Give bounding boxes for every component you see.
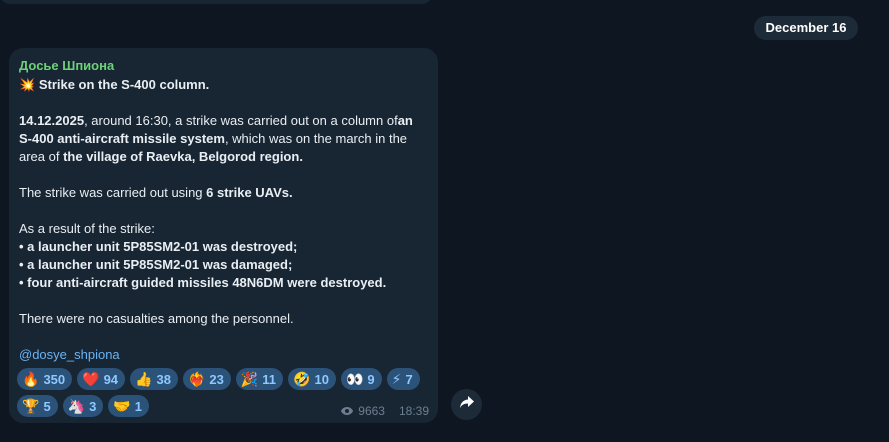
reaction-fire[interactable]: 🔥 350	[17, 368, 73, 390]
eye-icon	[340, 406, 354, 416]
reaction-count: 1	[134, 398, 143, 414]
p1-bold-location: the village of Raevka, Belgorod region.	[63, 149, 303, 164]
previous-message-bubble	[0, 0, 432, 4]
heart-on-fire-emoji: ❤️‍🔥	[187, 371, 206, 387]
message-time: 18:39	[398, 404, 429, 418]
paragraph-2: The strike was carried out using 6 strik…	[19, 184, 429, 202]
reaction-count: 10	[314, 371, 329, 387]
reaction-eyes[interactable]: 👀 9	[340, 368, 382, 390]
p2-bold: 6 strike UAVs.	[206, 185, 293, 200]
date-separator: December 16	[754, 16, 858, 40]
share-arrow-icon	[459, 395, 475, 414]
reaction-trophy[interactable]: 🏆 5	[17, 395, 58, 417]
strike-date: 14.12.2025	[19, 113, 85, 128]
reaction-count: 94	[103, 371, 119, 387]
reaction-count: 38	[156, 371, 171, 387]
reactions-row-1: 🔥 350 ❤️ 94 👍 38 ❤️‍🔥 23 🎉 11 🤣 10 👀 9 ⚡ 7	[17, 368, 432, 390]
bullet-3: • four anti-aircraft guided missiles 48N…	[19, 274, 429, 292]
reaction-count: 23	[209, 371, 224, 387]
reaction-party[interactable]: 🎉 11	[235, 368, 284, 390]
paragraph-4: There were no casualties among the perso…	[19, 311, 294, 326]
trophy-emoji: 🏆	[22, 398, 40, 414]
explosion-emoji: 💥	[19, 77, 36, 92]
message-title: 💥 Strike on the S-400 column.	[19, 76, 429, 94]
bullet-2-text: • a launcher unit 5P85SM2-01 was damaged…	[19, 257, 293, 272]
lightning-emoji: ⚡	[391, 371, 402, 387]
eyes-emoji: 👀	[345, 371, 364, 387]
paragraph-3-intro: As a result of the strike:	[19, 221, 155, 236]
heart-emoji: ❤️	[82, 371, 100, 387]
party-popper-emoji: 🎉	[240, 371, 259, 387]
reaction-count: 7	[405, 371, 413, 387]
reaction-count: 3	[89, 398, 97, 414]
bullet-3-text: • four anti-aircraft guided missiles 48N…	[19, 275, 387, 290]
handshake-emoji: 🤝	[113, 398, 131, 414]
reaction-count: 5	[43, 398, 51, 414]
unicorn-emoji: 🦄	[67, 398, 86, 414]
thumbs-up-emoji: 👍	[135, 371, 153, 387]
bullet-2: • a launcher unit 5P85SM2-01 was damaged…	[19, 256, 429, 274]
sender-name[interactable]: Досье Шпиона	[19, 58, 114, 73]
p1-text-1: , around 16:30, a strike was carried out…	[84, 113, 398, 128]
title-text: Strike on the S-400 column.	[38, 77, 210, 92]
channel-link[interactable]: @dosye_shpiona	[19, 347, 120, 362]
reaction-lightning[interactable]: ⚡ 7	[386, 368, 420, 390]
bullet-1-text: • a launcher unit 5P85SM2-01 was destroy…	[19, 239, 298, 254]
bullet-1: • a launcher unit 5P85SM2-01 was destroy…	[19, 238, 429, 256]
message-meta: 9663 18:39	[340, 404, 429, 418]
reaction-handshake[interactable]: 🤝 1	[108, 395, 150, 417]
reaction-count: 11	[262, 371, 277, 387]
reaction-heart-on-fire[interactable]: ❤️‍🔥 23	[182, 368, 231, 390]
rofl-emoji: 🤣	[293, 371, 311, 387]
message-bubble[interactable]: Досье Шпиона 💥 Strike on the S-400 colum…	[9, 48, 438, 423]
share-button[interactable]	[451, 389, 482, 420]
reaction-unicorn[interactable]: 🦄 3	[62, 395, 104, 417]
p2-text: The strike was carried out using	[19, 185, 207, 200]
message-text: 💥 Strike on the S-400 column. 14.12.2025…	[19, 76, 429, 364]
reaction-count: 9	[367, 371, 375, 387]
reaction-rofl[interactable]: 🤣 10	[288, 368, 336, 390]
fire-emoji: 🔥	[22, 371, 40, 387]
reaction-heart[interactable]: ❤️ 94	[77, 368, 126, 390]
view-count: 9663	[358, 404, 385, 418]
reaction-count: 350	[43, 371, 66, 387]
reaction-thumbs-up[interactable]: 👍 38	[130, 368, 178, 390]
paragraph-1: 14.12.2025, around 16:30, a strike was c…	[19, 112, 429, 166]
